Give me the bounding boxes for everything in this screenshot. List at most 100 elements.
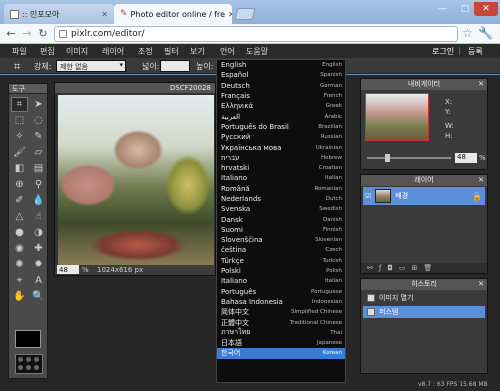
menu-image[interactable]: 이미지 <box>66 46 88 57</box>
checkbox-icon[interactable]: ☑ <box>365 192 371 200</box>
spot-heal-tool-icon[interactable]: ✚ <box>30 241 47 256</box>
language-item[interactable]: čeština Czech <box>217 245 345 255</box>
color-replace-tool-icon[interactable]: ⚲ <box>30 177 47 192</box>
dodge-tool-icon[interactable]: ◑ <box>30 225 47 240</box>
navigator-thumbnail[interactable] <box>365 93 429 141</box>
navigator-zoom-input[interactable]: 48 <box>455 153 477 163</box>
history-item-open-image[interactable]: 이미지 열기 <box>363 292 485 304</box>
mask-icon[interactable]: ◘ <box>387 264 393 272</box>
minimize-icon[interactable]: — <box>432 2 454 16</box>
back-arrow-icon[interactable]: ← <box>4 27 18 41</box>
bucket-tool-icon[interactable]: ◧ <box>11 161 28 176</box>
marquee-tool-icon[interactable]: ⬚ <box>11 113 28 128</box>
language-item[interactable]: Suomi Finnish <box>217 225 345 235</box>
signup-link[interactable]: 등록 <box>468 46 483 57</box>
link-icon[interactable]: ⚯ <box>367 264 373 272</box>
menu-edit[interactable]: 편집 <box>40 46 55 57</box>
language-item[interactable]: Türkçe Turkish <box>217 256 345 266</box>
language-item[interactable]: Português do Brasil Brazilian <box>217 122 345 132</box>
type-tool-icon[interactable]: A <box>30 273 47 288</box>
crop-tool-icon[interactable]: ⌗ <box>11 97 28 112</box>
close-icon[interactable]: ✕ <box>101 10 108 19</box>
color-picker-tool-icon[interactable]: ⌖ <box>11 273 28 288</box>
clone-stamp-tool-icon[interactable]: ⊕ <box>11 177 28 192</box>
menu-file[interactable]: 파일 <box>12 46 27 57</box>
language-item[interactable]: Svenska Swedish <box>217 204 345 214</box>
language-item[interactable]: 한국어 Korean <box>217 348 345 359</box>
language-item[interactable]: hrvatski Croatian <box>217 163 345 173</box>
language-item[interactable]: Italiano Italian <box>217 276 345 286</box>
constraint-select[interactable]: 제한 없음 ▾ <box>56 60 126 72</box>
language-item[interactable]: ภาษาไทย Thai <box>217 328 345 338</box>
slider-knob[interactable] <box>385 154 390 162</box>
drawing-tool-icon[interactable]: ✐ <box>11 193 28 208</box>
language-item[interactable]: Deutsch German <box>217 81 345 91</box>
bookmark-star-icon[interactable]: ☆ <box>462 26 473 40</box>
language-item[interactable]: العربية Arabic <box>217 111 345 121</box>
language-item[interactable]: 简体中文 Simplified Chinese <box>217 307 345 317</box>
language-item[interactable]: Русский Russian <box>217 132 345 142</box>
move-tool-icon[interactable]: ➤ <box>30 97 47 112</box>
language-item[interactable]: Polski Polish <box>217 266 345 276</box>
language-item[interactable]: Română Romanian <box>217 184 345 194</box>
menu-view[interactable]: 보기 <box>190 46 205 57</box>
image-canvas[interactable] <box>58 95 214 265</box>
language-item[interactable]: Español Spanish <box>217 70 345 80</box>
window-close-icon[interactable]: ✕ <box>474 2 498 16</box>
forward-arrow-icon[interactable]: → <box>20 27 34 41</box>
maximize-icon[interactable]: ▢ <box>454 2 476 16</box>
language-item[interactable]: Ελληνικά Greek <box>217 101 345 111</box>
language-item[interactable]: Français French <box>217 91 345 101</box>
close-icon[interactable]: ✕ <box>478 279 484 290</box>
language-item[interactable]: 正體中文 Traditional Chinese <box>217 317 345 327</box>
zoom-tool-icon[interactable]: 🔍 <box>30 289 47 304</box>
language-item[interactable]: Italiano Italian <box>217 173 345 183</box>
language-item[interactable]: Українська мова Ukrainian <box>217 142 345 152</box>
sponge-tool-icon[interactable]: ● <box>11 225 28 240</box>
new-tab-button[interactable] <box>234 8 256 20</box>
history-item-paste[interactable]: 퍼스템 <box>363 306 485 318</box>
menu-layer[interactable]: 레이어 <box>102 46 124 57</box>
language-item[interactable]: Bahasa Indonesia Indonesian <box>217 297 345 307</box>
navigator-zoom-slider[interactable] <box>367 154 451 162</box>
sharpen-tool-icon[interactable]: △ <box>11 209 28 224</box>
gradient-tool-icon[interactable]: ▤ <box>30 161 47 176</box>
new-layer-icon[interactable]: ⊞ <box>412 264 418 272</box>
reload-icon[interactable]: ↻ <box>36 27 50 41</box>
menu-help[interactable]: 도움말 <box>246 46 268 57</box>
fx-icon[interactable]: ƒ <box>379 264 381 272</box>
pencil-tool-icon[interactable]: ✎ <box>30 129 47 144</box>
login-link[interactable]: 로그인 <box>432 46 454 57</box>
address-bar[interactable]: pixlr.com/editor/ <box>54 26 458 42</box>
menu-language[interactable]: 언어 <box>220 46 235 57</box>
language-item[interactable]: English English <box>217 60 345 70</box>
wrench-icon[interactable]: 🔧 <box>478 26 493 40</box>
red-eye-tool-icon[interactable]: ◉ <box>11 241 28 256</box>
language-item[interactable]: Slovenščina Slovenian <box>217 235 345 245</box>
blur-tool-icon[interactable]: 💧 <box>30 193 47 208</box>
zoom-input[interactable]: 48 <box>57 265 79 274</box>
hand-tool-icon[interactable]: ✋ <box>11 289 28 304</box>
wand-tool-icon[interactable]: ✧ <box>11 129 28 144</box>
close-icon[interactable]: ✕ <box>478 79 484 90</box>
language-item[interactable]: Dansk Danish <box>217 214 345 224</box>
trash-icon[interactable]: 🗑 <box>423 264 432 272</box>
menu-adjustment[interactable]: 조정 <box>138 46 153 57</box>
color-palette-icon[interactable] <box>15 354 43 374</box>
brush-tool-icon[interactable]: 🖌 <box>11 145 28 160</box>
close-icon[interactable]: ✕ <box>228 10 232 19</box>
lasso-tool-icon[interactable]: ◌ <box>30 113 47 128</box>
language-item[interactable]: Nederlands Dutch <box>217 194 345 204</box>
layer-row[interactable]: ☑ 배경 🔒 <box>363 187 485 205</box>
bloat-tool-icon[interactable]: ✺ <box>11 257 28 272</box>
width-input[interactable] <box>160 60 190 72</box>
pinch-tool-icon[interactable]: ✹ <box>30 257 47 272</box>
language-item[interactable]: 日本語 Japanese <box>217 338 345 348</box>
eraser-tool-icon[interactable]: ▱ <box>30 145 47 160</box>
language-item[interactable]: עברית Hebrew <box>217 153 345 163</box>
menu-filter[interactable]: 필터 <box>164 46 179 57</box>
folder-icon[interactable]: ▭ <box>399 264 406 272</box>
language-item[interactable]: Português Portuguese <box>217 287 345 297</box>
browser-tab-infomoa[interactable]: :: 인포모아 ✕ <box>4 4 114 24</box>
close-icon[interactable]: ✕ <box>478 175 484 186</box>
